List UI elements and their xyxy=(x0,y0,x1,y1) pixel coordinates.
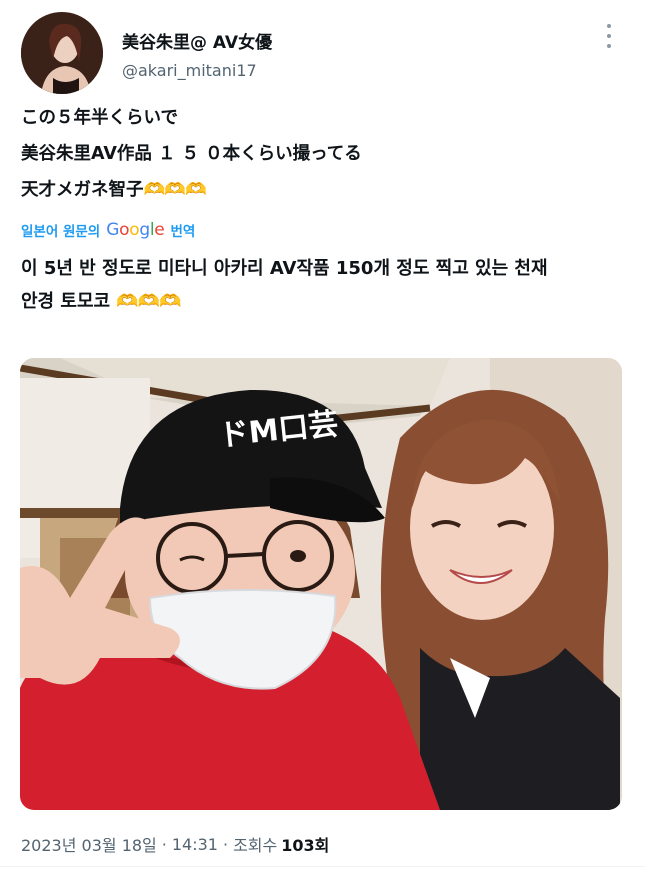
translate-suffix: 번역 xyxy=(170,224,196,240)
google-logo: Google xyxy=(106,220,165,240)
tweet-line-text: 天才メガネ智子 xyxy=(21,180,144,200)
translated-text: 이 5년 반 정도로 미타니 아카리 AV작품 150개 정도 찍고 있는 천재… xyxy=(21,252,631,318)
tweet-line: 天才メガネ智子🫶🫶🫶 xyxy=(21,172,621,208)
more-options-icon[interactable] xyxy=(598,24,620,48)
translate-prefix: 일본어 원문의 xyxy=(21,224,101,240)
tweet-text: この５年半くらいで 美谷朱里AV作品 １ ５ ０本くらい撮ってる 天才メガネ智子… xyxy=(21,100,621,208)
heart-hands-emoji: 🫶🫶🫶 xyxy=(116,291,181,312)
meta-separator: · xyxy=(161,834,167,854)
tweet-line: この５年半くらいで xyxy=(21,108,178,128)
meta-separator: · xyxy=(222,834,229,854)
tweet-meta: 2023년 03월 18일 · 14:31 · 조회수 103회 xyxy=(21,832,329,856)
divider xyxy=(0,866,645,867)
translated-line: 안경 토모코 🫶🫶🫶 xyxy=(21,285,631,318)
translated-line-text: 안경 토모코 xyxy=(21,291,111,312)
photo-illustration: ドM口芸 xyxy=(20,358,622,810)
tweet-photo[interactable]: ドM口芸 xyxy=(20,358,622,810)
tweet-time[interactable]: 14:31 xyxy=(172,835,218,854)
author-handle[interactable]: @akari_mitani17 xyxy=(122,61,257,80)
views-count[interactable]: 103회 xyxy=(281,832,329,856)
tweet-header: 美谷朱里@ AV女優 @akari_mitani17 xyxy=(0,0,645,100)
translate-link[interactable]: 일본어 원문의 Google 번역 xyxy=(21,218,195,242)
views-label: 조회수 xyxy=(233,836,278,855)
heart-hands-emoji: 🫶🫶🫶 xyxy=(143,180,207,200)
author-display-name[interactable]: 美谷朱里@ AV女優 xyxy=(122,28,272,53)
tweet-date[interactable]: 2023년 03월 18일 xyxy=(21,832,157,856)
avatar[interactable] xyxy=(21,12,103,94)
translated-line: 이 5년 반 정도로 미타니 아카리 AV작품 150개 정도 찍고 있는 천재 xyxy=(21,258,548,279)
tweet-line: 美谷朱里AV作品 １ ５ ０本くらい撮ってる xyxy=(21,144,362,164)
